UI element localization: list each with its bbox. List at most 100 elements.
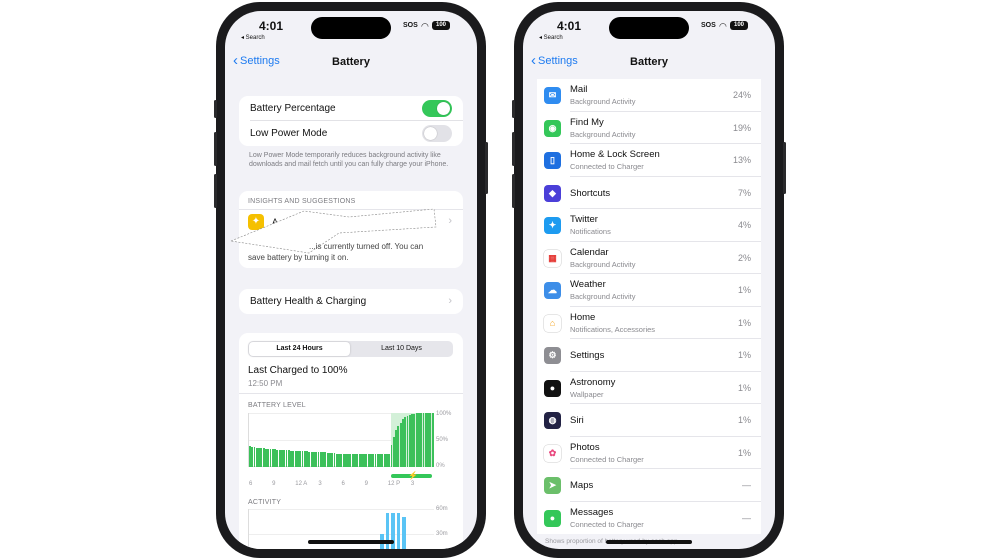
messages-icon: ● (544, 509, 561, 527)
mute-switch (214, 100, 217, 118)
activity-bar (401, 517, 406, 549)
x-tick-label: 12 P (387, 481, 401, 487)
list-item[interactable]: ➤ Maps — (537, 469, 761, 502)
battery-percentage-toggle[interactable] (422, 100, 452, 117)
app-name: Calendar (570, 246, 609, 258)
x-tick-label: 6 (249, 481, 253, 487)
list-item[interactable]: ⌂ Home Notifications, Accessories 1% (537, 307, 761, 339)
app-name: Home (570, 311, 596, 323)
app-usage-list: ✉ Mail Background Activity 24% ◉ Find My Backg… (537, 79, 761, 534)
usage-card: Last 24 Hours Last 10 Days Last Charged … (239, 333, 463, 549)
y-tick-100: 100% (436, 411, 452, 417)
app-detail: Background Activity (570, 259, 636, 269)
mail-icon: ✉ (544, 87, 561, 104)
status-bar: 4:01 ◂ Search SOS ◠ 100 (523, 11, 775, 51)
chevron-right-icon: › (448, 295, 452, 307)
lightning-icon: ⚡ (408, 471, 419, 480)
home-lock-icon: ▯ (544, 152, 561, 169)
x-axis-ticks: 6 9 12 A 3 6 9 12 P 3 (248, 481, 433, 489)
low-power-note: Low Power Mode temporarily reduces backg… (249, 152, 449, 168)
app-percentage: 13% (732, 155, 751, 165)
x-tick-label: 9 (272, 481, 276, 487)
sos-label: SOS (701, 22, 716, 29)
calendar-icon: ▦ (544, 249, 561, 267)
app-detail: Wallpaper (570, 389, 604, 399)
status-time: 4:01 (259, 19, 284, 33)
toggle-card: Battery Percentage Low Power Mode (239, 96, 463, 146)
app-percentage: — (742, 480, 751, 490)
y-tick-60m: 60m (436, 506, 448, 512)
battery-level-header: BATTERY LEVEL (248, 402, 306, 409)
app-name: Messages (570, 506, 614, 518)
app-percentage: 1% (737, 285, 751, 295)
photos-icon: ✿ (544, 444, 561, 462)
app-name: Photos (570, 441, 600, 453)
list-item[interactable]: ◉ Find My Background Activity 19% (537, 112, 761, 144)
app-percentage: 1% (737, 317, 751, 328)
side-button (485, 142, 488, 194)
app-name: Siri (570, 415, 584, 426)
twitter-icon: ✦ (544, 217, 561, 234)
last-charged: Last Charged to 100% (248, 365, 348, 376)
low-power-mode-row[interactable]: Low Power Mode (239, 121, 463, 146)
phone-left: 4:01 ◂ Search SOS ◠ 100 ‹ Settings Batte… (214, 2, 488, 558)
battery-percentage-row[interactable]: Battery Percentage (239, 96, 463, 121)
app-detail: Connected to Charger (570, 454, 644, 464)
battery-bar (431, 413, 434, 467)
volume-down-button (512, 174, 515, 208)
home-icon: ⌂ (544, 314, 561, 332)
app-name: Maps (570, 480, 594, 491)
wifi-icon: ◠ (719, 21, 727, 31)
y-tick-0: 0% (436, 463, 445, 469)
weather-icon: ☁ (544, 282, 561, 299)
volume-up-button (512, 132, 515, 166)
screen-battery-settings: 4:01 ◂ Search SOS ◠ 100 ‹ Settings Batte… (225, 11, 477, 549)
low-power-mode-toggle[interactable] (422, 125, 452, 142)
list-item[interactable]: ▯ Home & Lock Screen Connected to Charger 1… (537, 144, 761, 177)
back-to-search[interactable]: ◂ Search (241, 34, 265, 41)
segment-last-10-days[interactable]: Last 10 Days (351, 342, 452, 356)
last-charged-time: 12:50 PM (248, 379, 283, 388)
app-detail: Notifications (570, 227, 611, 236)
page-title: Battery (630, 56, 668, 68)
list-item[interactable]: ◆ Shortcuts 7% (537, 177, 761, 209)
home-indicator[interactable] (308, 540, 394, 544)
list-item[interactable]: ☁ Weather Background Activity 1% (537, 274, 761, 307)
time-range-segmented-control: Last 24 Hours Last 10 Days (248, 341, 453, 357)
list-item[interactable]: ▦ Calendar Background Activity 2% (537, 242, 761, 274)
app-detail: Notifications, Accessories (570, 324, 656, 334)
status-bar: 4:01 ◂ Search SOS ◠ 100 (225, 11, 477, 51)
list-item[interactable]: ⚙ Settings 1% (537, 339, 761, 372)
siri-icon: ◍ (544, 412, 561, 429)
app-name: Astronomy (570, 376, 616, 388)
insight-body-1: ...is currently turned off. You can (309, 242, 424, 251)
wifi-icon: ◠ (421, 21, 429, 31)
app-name: Home & Lock Screen (570, 149, 660, 160)
list-item[interactable]: ✿ Photos Connected to Charger 1% (537, 437, 761, 469)
app-percentage: 4% (737, 220, 751, 230)
insights-card: INSIGHTS AND SUGGESTIONS ✦ A... Lo... ..… (229, 191, 463, 268)
home-indicator[interactable] (606, 540, 692, 544)
list-item[interactable]: ✉ Mail Background Activity 24% (537, 79, 761, 112)
list-item[interactable]: ✦ Twitter Notifications 4% (537, 209, 761, 242)
nav-bar: ‹ Settings Battery (523, 51, 775, 77)
y-tick-50: 50% (436, 437, 449, 443)
app-detail: Connected to Charger (570, 519, 644, 529)
list-item[interactable]: ● Messages Connected to Charger — (537, 502, 761, 535)
activity-bar (396, 513, 401, 549)
insights-header: INSIGHTS AND SUGGESTIONS (248, 198, 356, 205)
list-item[interactable]: ● Astronomy Wallpaper 1% (537, 372, 761, 404)
chevron-right-icon: › (448, 215, 452, 227)
x-tick-label: 3 (410, 481, 415, 487)
x-tick-label: 3 (318, 481, 322, 487)
app-name: Shortcuts (570, 187, 611, 199)
side-button (783, 142, 786, 194)
x-tick-label: 12 A (295, 481, 308, 487)
back-to-search[interactable]: ◂ Search (539, 34, 563, 41)
app-detail: Background Activity (570, 129, 636, 139)
segment-last-24-hours[interactable]: Last 24 Hours (249, 342, 350, 356)
list-item[interactable]: ◍ Siri 1% (537, 404, 761, 437)
screen-battery-app-list: 4:01 ◂ Search SOS ◠ 100 ‹ Settings Batte… (523, 11, 775, 549)
battery-health-row[interactable]: Battery Health & Charging › (239, 289, 463, 314)
app-name: Weather (570, 279, 606, 290)
